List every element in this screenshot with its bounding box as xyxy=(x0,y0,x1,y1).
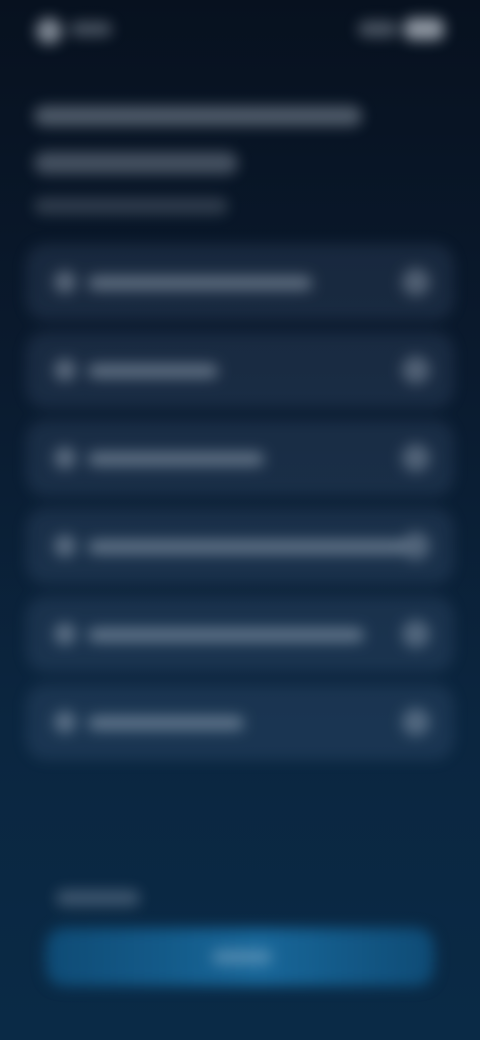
avatar xyxy=(36,18,62,44)
battery-icon xyxy=(404,18,444,40)
list-item[interactable] xyxy=(26,508,454,584)
list-item[interactable] xyxy=(26,244,454,320)
options-list xyxy=(26,244,454,772)
list-item-label xyxy=(88,276,312,290)
footer-label xyxy=(56,890,140,906)
header-line-1 xyxy=(34,106,362,126)
list-item[interactable] xyxy=(26,684,454,760)
list-item-label xyxy=(88,452,264,466)
list-item[interactable] xyxy=(26,596,454,672)
list-item-label xyxy=(88,540,406,554)
header-line-2 xyxy=(34,152,238,174)
chevron-right-icon xyxy=(402,532,430,560)
status-icons xyxy=(358,18,444,40)
list-item-label xyxy=(88,364,218,378)
list-item[interactable] xyxy=(26,420,454,496)
circle-icon xyxy=(54,271,76,293)
chevron-right-icon xyxy=(402,708,430,736)
list-item-label xyxy=(88,716,244,730)
blurred-screen xyxy=(0,0,480,1040)
chevron-right-icon xyxy=(402,268,430,296)
status-bar xyxy=(0,0,480,64)
primary-button-label xyxy=(212,950,272,964)
circle-icon xyxy=(54,359,76,381)
status-time-placeholder xyxy=(70,22,112,36)
list-item-label xyxy=(88,628,364,642)
signal-icon xyxy=(358,21,398,37)
chevron-right-icon xyxy=(402,356,430,384)
list-item[interactable] xyxy=(26,332,454,408)
circle-icon xyxy=(54,711,76,733)
chevron-right-icon xyxy=(402,444,430,472)
header-line-3 xyxy=(34,198,228,214)
chevron-right-icon xyxy=(402,620,430,648)
circle-icon xyxy=(54,623,76,645)
circle-icon xyxy=(54,535,76,557)
circle-icon xyxy=(54,447,76,469)
primary-button[interactable] xyxy=(46,928,434,986)
